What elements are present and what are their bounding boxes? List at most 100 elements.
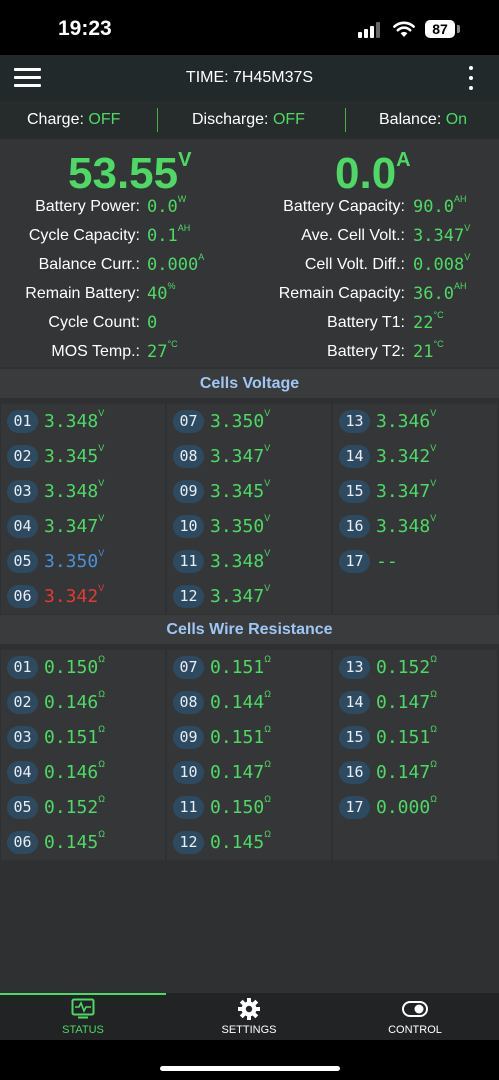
unit: AH xyxy=(453,194,467,205)
home-indicator[interactable] xyxy=(160,1066,340,1071)
unit: V xyxy=(264,513,271,523)
cell-item: 03 0.151Ω xyxy=(1,720,165,755)
cell-value: 3.342V xyxy=(44,583,105,607)
cell-value: 0.145Ω xyxy=(210,829,271,853)
unit: V xyxy=(98,443,105,453)
unit: V xyxy=(264,548,271,558)
cell-value: 0.147Ω xyxy=(376,759,437,783)
summary-row: Cell Volt. Diff.: xyxy=(0,256,405,282)
empty-cell xyxy=(333,579,497,614)
unit: V xyxy=(264,478,271,488)
cellular-signal-icon xyxy=(358,22,382,38)
cell-value: 3.348V xyxy=(376,513,437,537)
cell-index-badge: 09 xyxy=(173,480,204,503)
gear-icon xyxy=(238,998,260,1020)
cell-value: -- xyxy=(376,551,398,572)
switch-status-row: Charge: OFF Discharge: OFF Balance: On xyxy=(0,101,499,139)
cell-item: 10 3.350V xyxy=(167,509,331,544)
charge-status: Charge: OFF xyxy=(27,111,121,128)
cell-value: 3.348V xyxy=(44,408,105,432)
cell-index-badge: 03 xyxy=(7,726,38,749)
cell-item: 07 3.350V xyxy=(167,404,331,439)
unit: V xyxy=(264,408,271,418)
cell-index-badge: 10 xyxy=(173,515,204,538)
tab-settings-label: SETTINGS xyxy=(221,1024,277,1036)
cell-index-badge: 02 xyxy=(7,691,38,714)
unit: Ω xyxy=(98,689,105,699)
cell-item: 14 3.342V xyxy=(333,439,497,474)
unit: °C xyxy=(433,310,444,321)
unit: Ω xyxy=(264,689,271,699)
cell-value: 0.151Ω xyxy=(376,724,437,748)
cell-item: 13 3.346V xyxy=(333,404,497,439)
cell-value: 0.147Ω xyxy=(210,759,271,783)
cell-value: 3.350V xyxy=(44,548,105,572)
summary-row: Remain Capacity: xyxy=(0,285,405,311)
cell-index-badge: 16 xyxy=(339,515,370,538)
cell-item: 09 3.345V xyxy=(167,474,331,509)
more-options-icon[interactable] xyxy=(466,65,476,92)
cell-value: 0.144Ω xyxy=(210,689,271,713)
cell-value: 3.345V xyxy=(210,478,271,502)
summary-value: 90.0AH xyxy=(413,194,467,217)
summary-row: Ave. Cell Volt.: xyxy=(0,227,405,253)
cell-index-badge: 08 xyxy=(173,691,204,714)
battery-summary: 53.55V 0.0A Battery Power: 0.0W Cycle Capa… xyxy=(0,139,499,367)
cell-index-badge: 08 xyxy=(173,445,204,468)
cell-item: 16 3.348V xyxy=(333,509,497,544)
pulse-monitor-icon xyxy=(71,998,95,1019)
cell-item: 02 3.345V xyxy=(1,439,165,474)
cell-item: 02 0.146Ω xyxy=(1,685,165,720)
cell-index-badge: 03 xyxy=(7,480,38,503)
unit: Ω xyxy=(430,654,437,664)
tab-control[interactable]: CONTROL xyxy=(332,993,498,1040)
tab-settings[interactable]: SETTINGS xyxy=(166,993,332,1040)
cells-voltage-title: Cells Voltage xyxy=(0,369,499,398)
cell-item: 01 3.348V xyxy=(1,404,165,439)
balance-status: Balance: On xyxy=(379,111,468,128)
divider xyxy=(345,108,346,132)
balance-status-value: On xyxy=(445,111,468,128)
unit: V xyxy=(98,408,105,418)
cell-item: 04 0.146Ω xyxy=(1,755,165,790)
cell-value: 0.000Ω xyxy=(376,794,437,818)
cell-index-badge: 05 xyxy=(7,550,38,573)
summary-row: Battery T2: xyxy=(0,343,405,369)
summary-value: 36.0AH xyxy=(413,281,467,304)
cell-value: 0.147Ω xyxy=(376,689,437,713)
cell-item: 15 3.347V xyxy=(333,474,497,509)
cell-item: 13 0.152Ω xyxy=(333,650,497,685)
summary-label: Battery T2: xyxy=(327,343,405,360)
unit: °C xyxy=(433,339,444,350)
cell-item: 05 0.152Ω xyxy=(1,790,165,825)
app-header: TIME: 7H45M37S xyxy=(0,55,499,101)
cell-item: 03 3.348V xyxy=(1,474,165,509)
cell-value: 0.151Ω xyxy=(210,654,271,678)
summary-label: Battery T1: xyxy=(327,314,405,331)
home-area xyxy=(0,1040,499,1080)
cell-item: 12 3.347V xyxy=(167,579,331,614)
unit: Ω xyxy=(98,759,105,769)
cell-index-badge: 13 xyxy=(339,410,370,433)
summary-row: Battery T1: xyxy=(0,314,405,340)
unit: V xyxy=(430,443,437,453)
cell-value: 3.347V xyxy=(376,478,437,502)
cell-item: 11 3.348V xyxy=(167,544,331,579)
unit: Ω xyxy=(98,724,105,734)
tab-control-label: CONTROL xyxy=(388,1024,442,1036)
unit: V xyxy=(98,548,105,558)
header-title: TIME: 7H45M37S xyxy=(185,69,314,86)
summary-label: Battery Capacity: xyxy=(283,198,405,215)
cell-index-badge: 06 xyxy=(7,585,38,608)
unit: V xyxy=(430,513,437,523)
toggle-icon xyxy=(402,1001,428,1017)
unit: V xyxy=(98,478,105,488)
unit: Ω xyxy=(430,759,437,769)
cell-item: 08 3.347V xyxy=(167,439,331,474)
total-voltage: 53.55V xyxy=(68,149,192,198)
summary-value: 0.008V xyxy=(413,252,471,275)
cell-index-badge: 14 xyxy=(339,691,370,714)
tab-status[interactable]: STATUS xyxy=(0,993,166,1040)
cell-index-badge: 14 xyxy=(339,445,370,468)
cell-item: 14 0.147Ω xyxy=(333,685,497,720)
